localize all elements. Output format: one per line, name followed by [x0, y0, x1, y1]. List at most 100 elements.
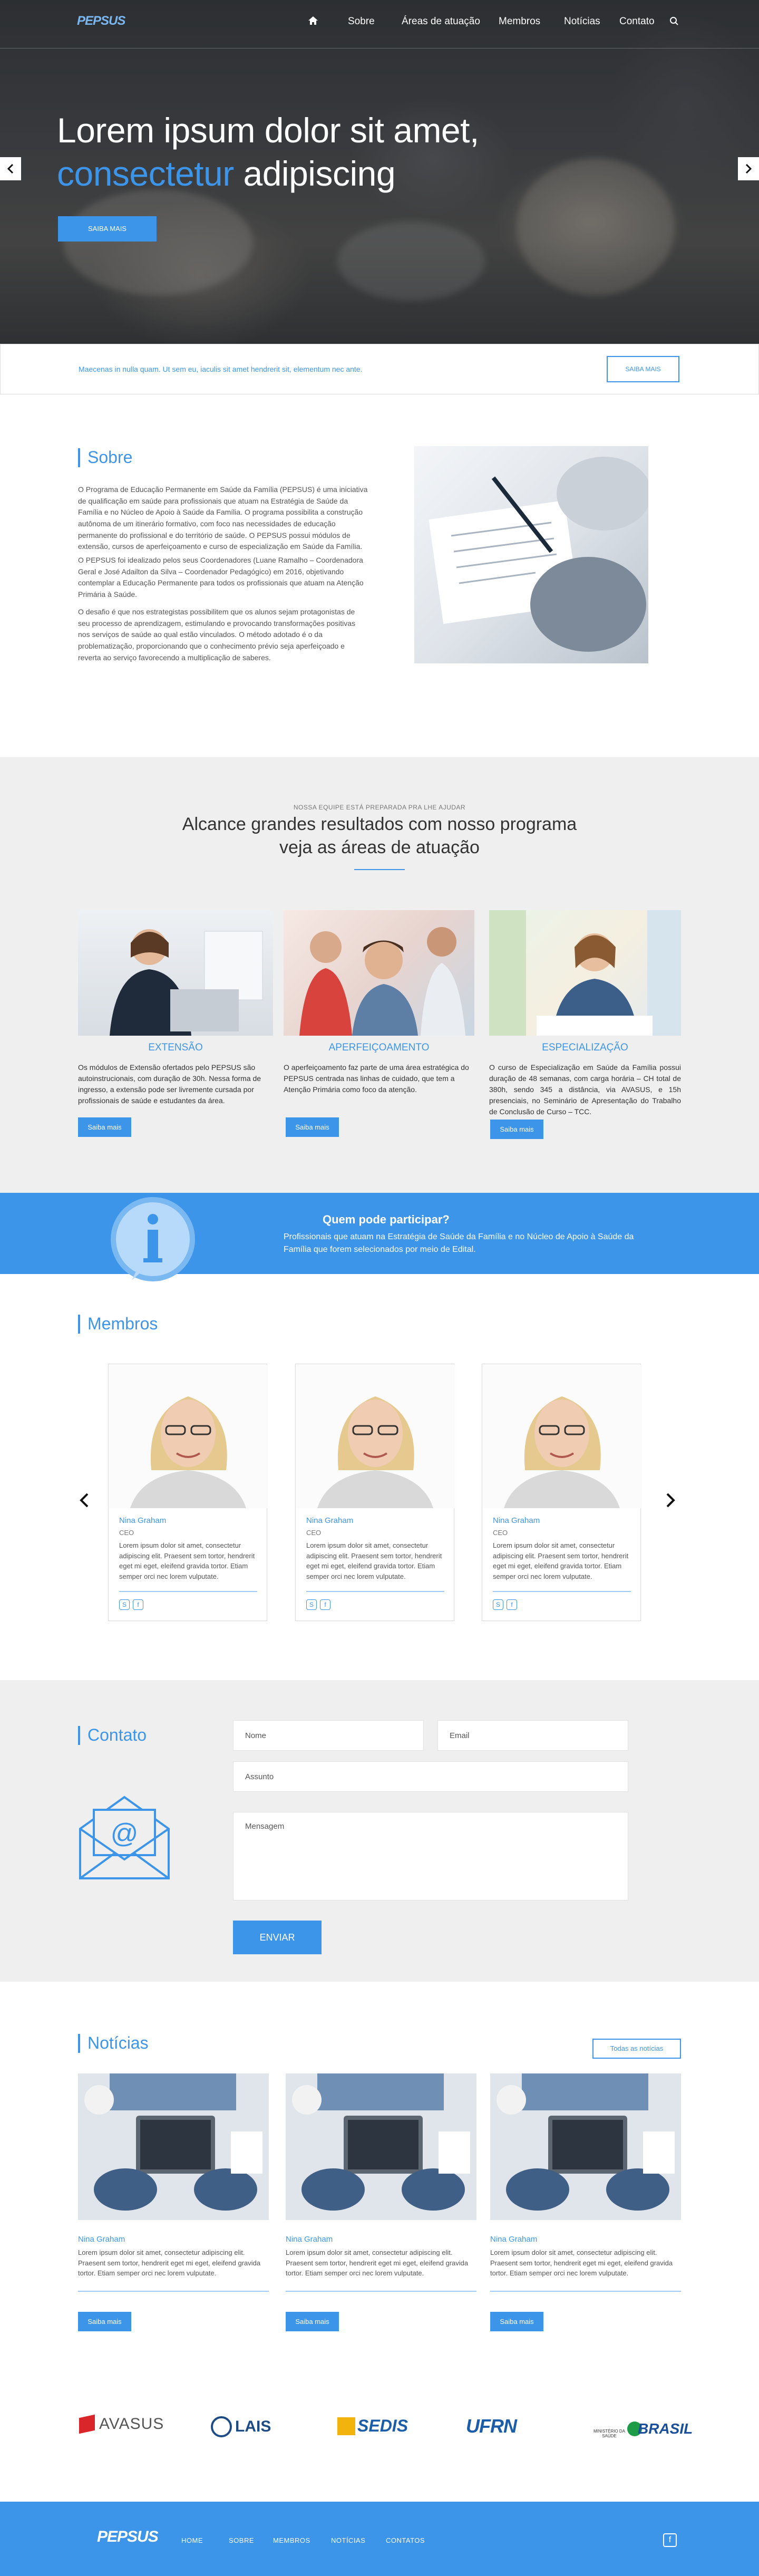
nav-noticias[interactable]: Notícias — [564, 16, 600, 27]
news-divider — [78, 2291, 269, 2292]
contato-title-text: Contato — [87, 1725, 147, 1744]
news-title[interactable]: Nina Graham — [286, 2235, 333, 2244]
message-textarea[interactable]: Mensagem — [233, 1812, 628, 1900]
sobre-paragraph-2: O PEPSUS foi idealizado pelos seus Coord… — [78, 556, 364, 599]
partner-ufrn-logo[interactable]: UFRN — [466, 2415, 517, 2437]
member-name: Nina Graham — [119, 1516, 167, 1525]
info-icon — [111, 1197, 195, 1281]
subject-field[interactable]: Assunto — [233, 1761, 628, 1792]
sobre-photo — [414, 446, 648, 663]
member-photo — [296, 1365, 454, 1508]
footer-link-membros[interactable]: MEMBROS — [273, 2536, 310, 2544]
sobre-title-text: Sobre — [87, 448, 133, 467]
member-card[interactable]: Nina Graham CEO Lorem ipsum dolor sit am… — [295, 1364, 454, 1621]
nav-areas[interactable]: Áreas de atuação — [402, 16, 480, 27]
membros-next-button[interactable] — [665, 1492, 676, 1511]
slider-next-button[interactable] — [738, 157, 759, 180]
news-saiba-mais-button[interactable]: Saiba mais — [286, 2312, 339, 2331]
member-description: Lorem ipsum dolor sit amet, consectetur … — [493, 1541, 629, 1580]
sobre-paragraph-3: O desafio é que nos estrategistas possib… — [78, 607, 356, 662]
member-description: Lorem ipsum dolor sit amet, consectetur … — [306, 1541, 442, 1580]
footer-logo[interactable]: PEPSUS — [97, 2528, 159, 2546]
aperfeicoamento-saiba-mais-button[interactable]: Saiba mais — [286, 1117, 339, 1137]
skype-icon[interactable]: S — [119, 1599, 130, 1610]
enviar-button[interactable]: ENVIAR — [233, 1921, 322, 1954]
contato-title: Contato — [78, 1725, 147, 1745]
promo-saiba-mais-button[interactable]: SAIBA MAIS — [607, 356, 679, 382]
extensao-saiba-mais-button[interactable]: Saiba mais — [78, 1117, 131, 1137]
mail-envelope-icon: @ — [78, 1792, 171, 1884]
especializacao-title: ESPECIALIZAÇÃO — [542, 1042, 628, 1053]
email-field[interactable]: Email — [437, 1720, 628, 1751]
aperfeicoamento-photo — [284, 910, 474, 1036]
extensao-text: Os módulos de Extensão ofertados pelo PE… — [78, 1063, 261, 1105]
especializacao-saiba-mais-button[interactable]: Saiba mais — [490, 1120, 543, 1139]
noticias-title: Notícias — [78, 2033, 149, 2053]
membros-title-text: Membros — [87, 1314, 158, 1333]
areas-title-line1: Alcance grandes resultados com nosso pro… — [182, 814, 577, 834]
member-divider — [306, 1591, 444, 1592]
partner-lais-logo[interactable]: LAIS — [211, 2416, 271, 2437]
member-divider — [493, 1591, 631, 1592]
partner-avasus-logo[interactable]: AVASUS — [79, 2414, 164, 2434]
footer-link-noticias[interactable]: NOTÍCIAS — [331, 2536, 365, 2544]
promo-bar: Maecenas in nulla quam. Ut sem eu, iacul… — [0, 344, 759, 394]
member-photo — [109, 1365, 267, 1508]
nav-sobre[interactable]: Sobre — [348, 16, 375, 27]
member-name: Nina Graham — [306, 1516, 354, 1525]
news-title[interactable]: Nina Graham — [490, 2235, 537, 2244]
especializacao-text: O curso de Especialização em Saúde da Fa… — [489, 1063, 681, 1116]
news-excerpt: Lorem ipsum dolor sit amet, consectetur … — [490, 2249, 673, 2277]
nav-membros[interactable]: Membros — [499, 16, 540, 27]
member-card[interactable]: Nina Graham CEO Lorem ipsum dolor sit am… — [108, 1364, 267, 1621]
member-role: CEO — [306, 1529, 322, 1537]
extensao-photo — [78, 910, 273, 1036]
footer-link-home[interactable]: HOME — [181, 2536, 203, 2544]
skype-icon[interactable]: S — [493, 1599, 503, 1610]
search-icon[interactable] — [669, 16, 679, 29]
partner-ministerio-text: MINISTÉRIO DA SAÚDE — [593, 2429, 626, 2438]
member-role: CEO — [119, 1529, 134, 1537]
chevron-right-icon — [666, 1493, 675, 1508]
news-saiba-mais-button[interactable]: Saiba mais — [78, 2312, 131, 2331]
slider-prev-button[interactable] — [0, 157, 21, 180]
areas-title-underline — [354, 869, 405, 870]
facebook-icon[interactable]: f — [507, 1599, 517, 1610]
name-field[interactable]: Nome — [233, 1720, 424, 1751]
hero-saiba-mais-button[interactable]: SAIBA MAIS — [58, 216, 157, 242]
skype-icon[interactable]: S — [306, 1599, 317, 1610]
hero-title-line2: consectetur adipiscing — [57, 153, 396, 195]
nav-contato[interactable]: Contato — [619, 16, 655, 27]
areas-title-line2: veja as áreas de atuação — [279, 837, 480, 857]
areas-section: NOSSA EQUIPE ESTÁ PREPARADA PRA LHE AJUD… — [0, 757, 759, 1193]
logo[interactable]: PEPSUS — [77, 14, 125, 28]
home-icon[interactable] — [308, 16, 318, 28]
partner-brasil-logo[interactable]: BRASIL — [627, 2420, 693, 2437]
areas-kicker: NOSSA EQUIPE ESTÁ PREPARADA PRA LHE AJUD… — [293, 804, 466, 811]
svg-text:@: @ — [111, 1818, 139, 1849]
member-card[interactable]: Nina Graham CEO Lorem ipsum dolor sit am… — [482, 1364, 641, 1621]
extensao-title: EXTENSÃO — [148, 1042, 203, 1053]
membros-title: Membros — [78, 1314, 158, 1334]
footer-logo-text: PEPSUS — [97, 2528, 159, 2545]
facebook-icon[interactable]: f — [133, 1599, 143, 1610]
facebook-icon[interactable]: f — [320, 1599, 330, 1610]
footer-link-contatos[interactable]: CONTATOS — [386, 2536, 425, 2544]
aperfeicoamento-text: O aperfeiçoamento faz parte de uma área … — [284, 1063, 469, 1094]
member-role: CEO — [493, 1529, 508, 1537]
top-navbar: PEPSUS Sobre Áreas de atuação Membros No… — [0, 0, 759, 49]
noticias-title-text: Notícias — [87, 2033, 149, 2052]
hero-title-line1: Lorem ipsum dolor sit amet, — [57, 111, 479, 150]
news-divider — [286, 2291, 476, 2292]
news-title[interactable]: Nina Graham — [78, 2235, 125, 2244]
sobre-paragraph-1: O Programa de Educação Permanente em Saú… — [78, 485, 368, 551]
facebook-icon[interactable]: f — [663, 2533, 677, 2547]
news-excerpt: Lorem ipsum dolor sit amet, consectetur … — [286, 2249, 469, 2277]
membros-prev-button[interactable] — [79, 1492, 90, 1511]
news-photo — [78, 2073, 269, 2220]
todas-noticias-button[interactable]: Todas as notícias — [592, 2039, 681, 2059]
news-saiba-mais-button[interactable]: Saiba mais — [490, 2312, 543, 2331]
footer-link-sobre[interactable]: SOBRE — [229, 2536, 254, 2544]
chevron-right-icon — [745, 163, 752, 174]
partner-sedis-logo[interactable]: SEDIS — [337, 2416, 408, 2436]
